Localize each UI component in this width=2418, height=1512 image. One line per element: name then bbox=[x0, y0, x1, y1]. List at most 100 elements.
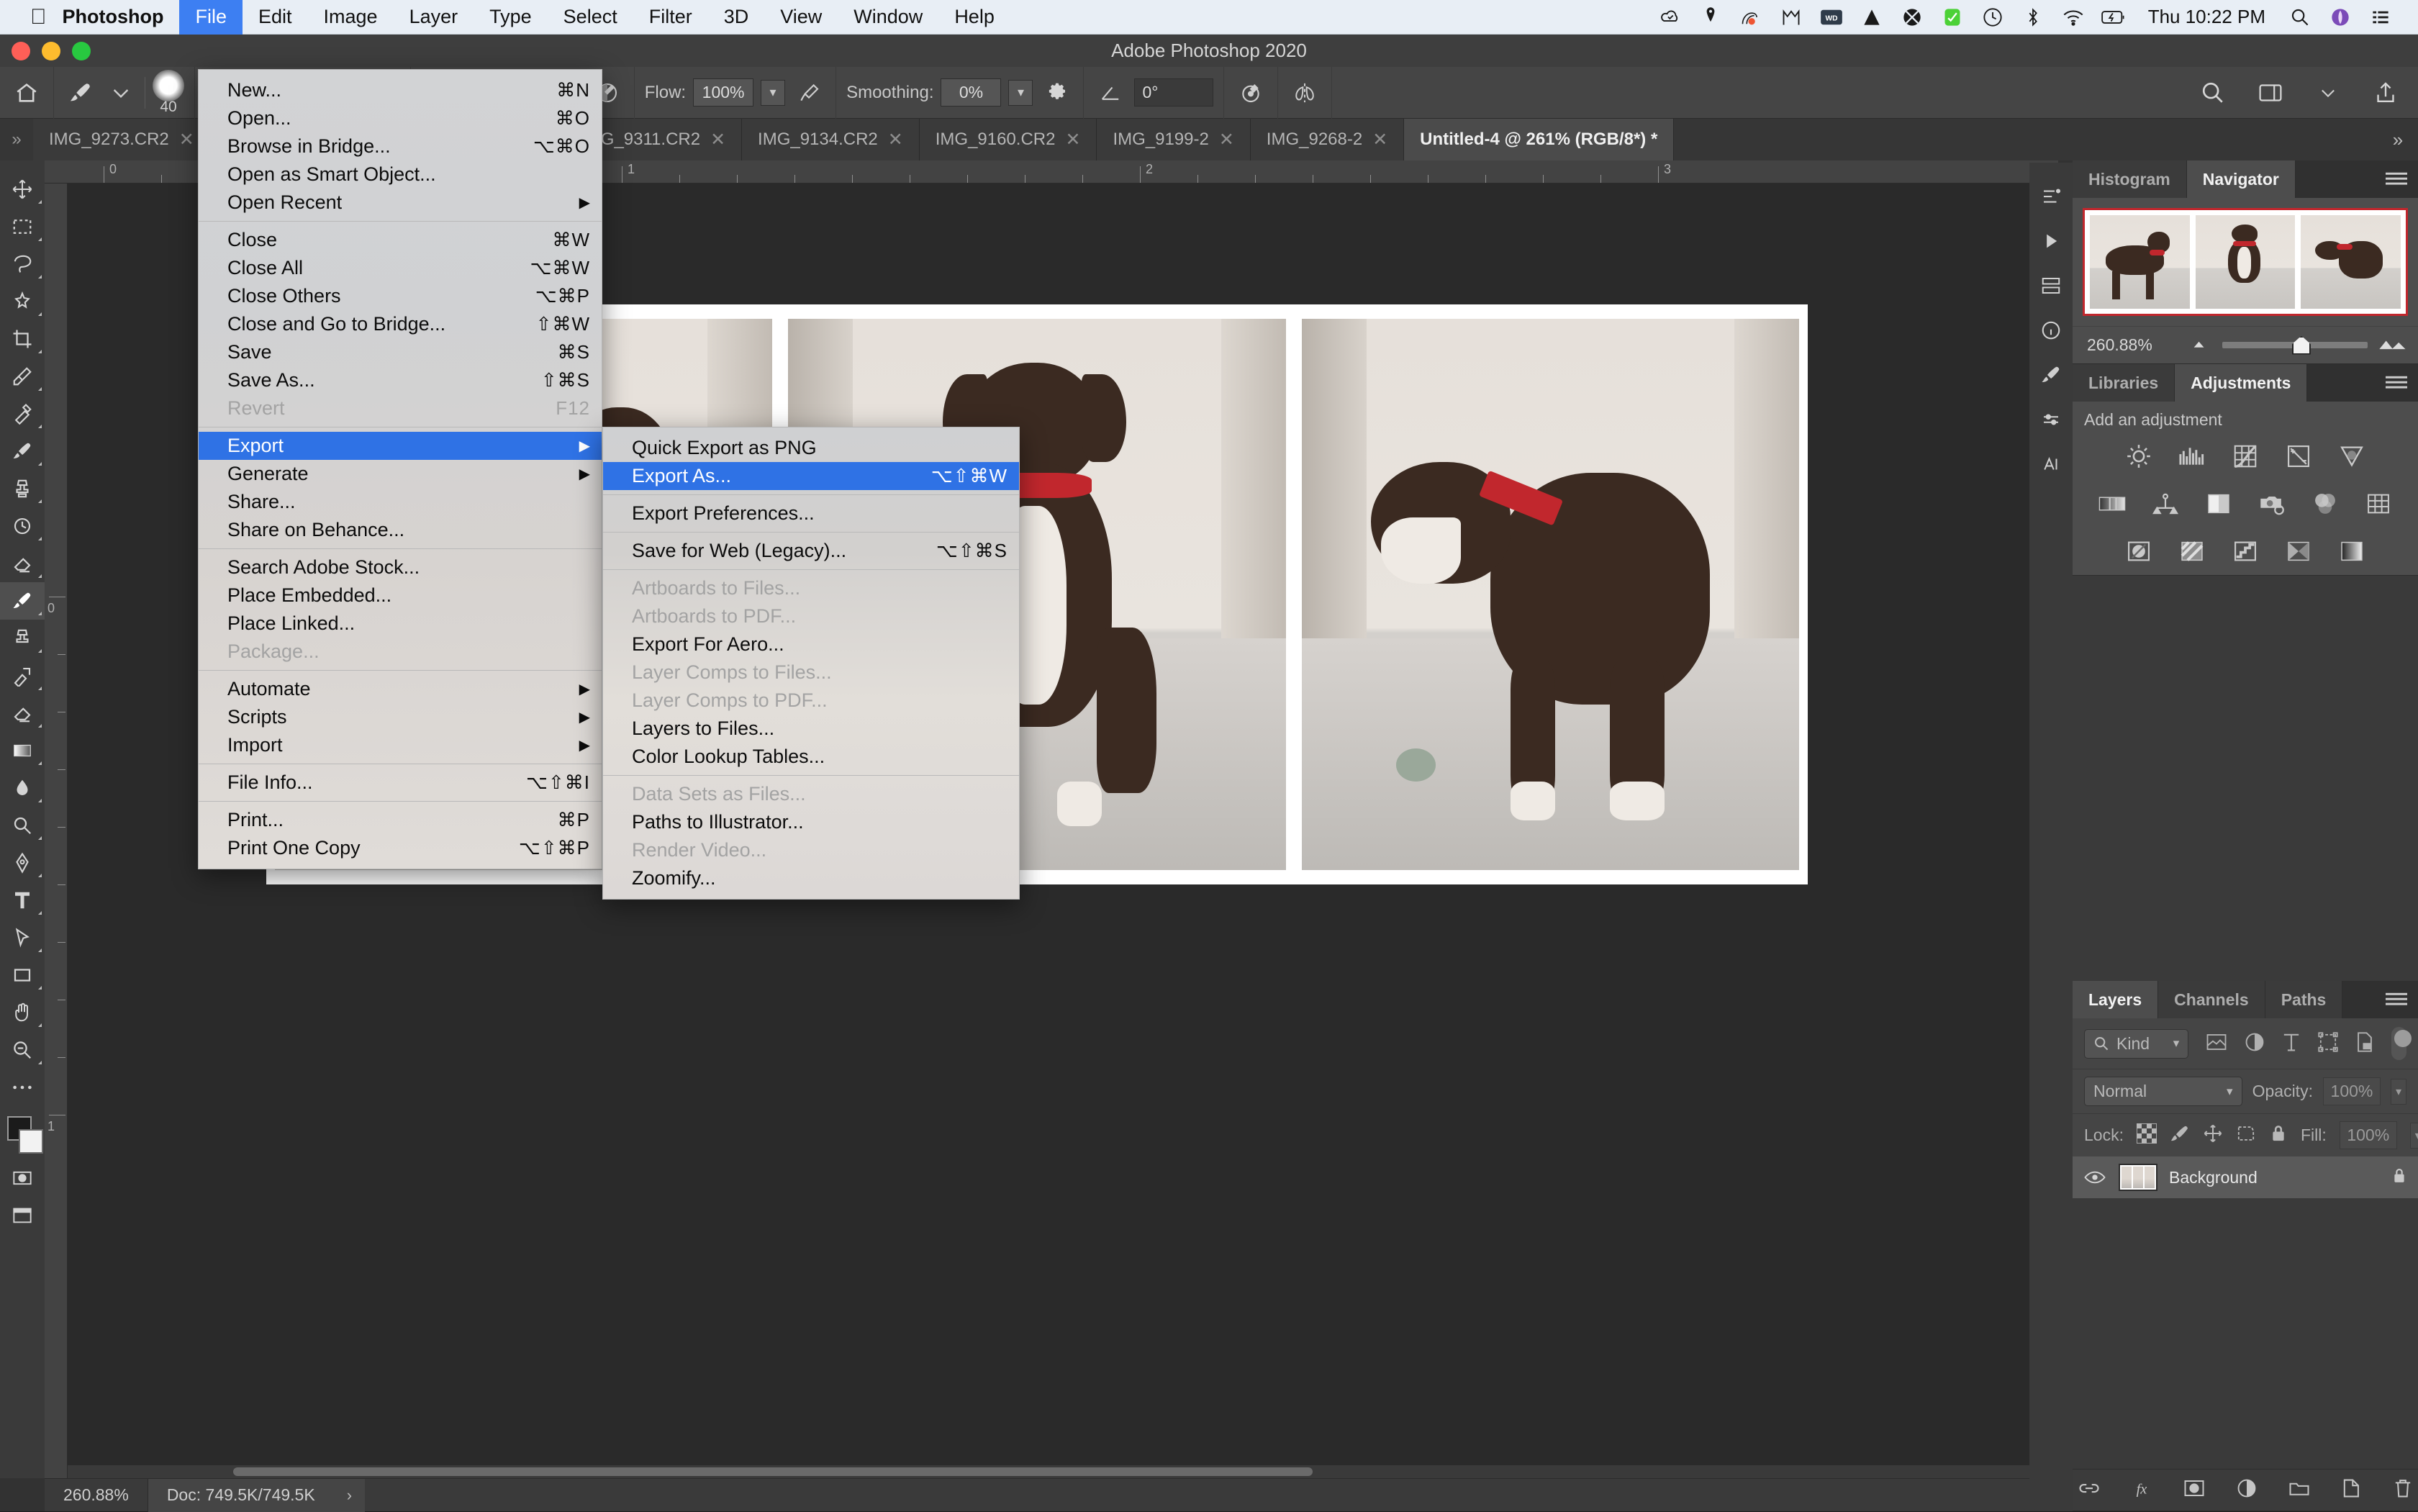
panel-menu-icon[interactable] bbox=[2375, 981, 2418, 1018]
brush-preset-icon[interactable] bbox=[64, 76, 97, 109]
clone-stamp-tool[interactable] bbox=[0, 620, 45, 657]
brush-settings-icon[interactable] bbox=[2029, 353, 2073, 397]
scrollbar-thumb[interactable] bbox=[233, 1467, 1313, 1476]
close-icon[interactable]: ✕ bbox=[710, 129, 725, 150]
menu-item-open-recent[interactable]: Open Recent▶ bbox=[199, 189, 602, 217]
crop-tool[interactable] bbox=[0, 320, 45, 358]
bluetooth-icon[interactable] bbox=[2013, 0, 2053, 35]
chevron-right-icon[interactable]: » bbox=[2378, 119, 2418, 160]
eraser-tool[interactable] bbox=[0, 694, 45, 732]
gradient-tool[interactable] bbox=[0, 732, 45, 769]
lock-artboard-nesting-icon[interactable] bbox=[2236, 1123, 2256, 1147]
menu-item-place-embedded[interactable]: Place Embedded... bbox=[199, 581, 602, 610]
hand-tool[interactable] bbox=[0, 994, 45, 1031]
menu-item-save-for-web-legacy[interactable]: Save for Web (Legacy)...⌥⇧⌘S bbox=[603, 537, 1019, 565]
close-icon[interactable]: ✕ bbox=[1065, 129, 1080, 150]
menu-item-generate[interactable]: Generate▶ bbox=[199, 460, 602, 488]
eraser-tool-upper[interactable] bbox=[0, 545, 45, 582]
brush-preset-dropdown-icon[interactable] bbox=[104, 76, 137, 109]
menubar-item-help[interactable]: Help bbox=[938, 0, 1010, 35]
menubar-item-filter[interactable]: Filter bbox=[633, 0, 708, 35]
brush-tool[interactable] bbox=[0, 582, 45, 620]
brightness-contrast-icon[interactable] bbox=[2122, 440, 2155, 473]
color-lookup-icon[interactable] bbox=[2362, 487, 2395, 520]
close-icon[interactable]: ✕ bbox=[179, 129, 194, 150]
menu-item-paths-to-illustrator[interactable]: Paths to Illustrator... bbox=[603, 808, 1019, 836]
menu-item-save[interactable]: Save⌘S bbox=[199, 338, 602, 366]
document-tab-4[interactable]: IMG_9134.CR2 ✕ bbox=[742, 119, 920, 160]
layer-comps-icon[interactable] bbox=[2029, 263, 2073, 308]
pressure-size-icon[interactable] bbox=[1234, 76, 1267, 109]
menu-item-share-on-behance[interactable]: Share on Behance... bbox=[199, 516, 602, 544]
lock-transparent-pixels-icon[interactable] bbox=[2137, 1123, 2157, 1147]
screen-mode-toggle[interactable] bbox=[0, 1197, 45, 1234]
panel-menu-icon[interactable] bbox=[2375, 160, 2418, 198]
bartender-icon[interactable] bbox=[1892, 0, 1932, 35]
tab-adjustments[interactable]: Adjustments bbox=[2175, 364, 2307, 402]
malwarebytes-icon[interactable] bbox=[1771, 0, 1811, 35]
eye-icon[interactable] bbox=[2083, 1169, 2107, 1185]
canvas-horizontal-scrollbar[interactable] bbox=[68, 1465, 2045, 1478]
chevron-down-icon[interactable]: ▾ bbox=[2227, 1085, 2233, 1099]
close-button[interactable] bbox=[12, 42, 30, 60]
new-adjustment-layer-icon[interactable] bbox=[2237, 1478, 2257, 1502]
close-icon[interactable]: ✕ bbox=[888, 129, 903, 150]
chevron-down-icon[interactable]: ▾ bbox=[2410, 1123, 2418, 1149]
history-brush-tool[interactable] bbox=[0, 657, 45, 694]
menubar-app-name[interactable]: Photoshop bbox=[47, 0, 180, 35]
lock-image-pixels-icon[interactable] bbox=[2170, 1123, 2190, 1147]
search-icon[interactable] bbox=[2196, 76, 2229, 109]
wifi-icon[interactable] bbox=[2053, 0, 2093, 35]
battery-charging-icon[interactable] bbox=[2093, 0, 2134, 35]
menu-item-share[interactable]: Share... bbox=[199, 488, 602, 516]
more-tools[interactable] bbox=[0, 1069, 45, 1106]
layer-thumbnail[interactable] bbox=[2119, 1164, 2157, 1191]
filter-pixel-icon[interactable] bbox=[2206, 1033, 2227, 1055]
add-layer-mask-icon[interactable] bbox=[2183, 1479, 2205, 1501]
levels-icon[interactable] bbox=[2175, 440, 2209, 473]
siri-icon[interactable] bbox=[2320, 0, 2360, 35]
type-tool[interactable] bbox=[0, 882, 45, 919]
menu-item-export-preferences[interactable]: Export Preferences... bbox=[603, 499, 1019, 528]
menu-item-layers-to-files[interactable]: Layers to Files... bbox=[603, 715, 1019, 743]
search-icon[interactable] bbox=[2280, 0, 2320, 35]
brush-tool-upper[interactable] bbox=[0, 433, 45, 470]
menubar-item-image[interactable]: Image bbox=[308, 0, 394, 35]
character-styles-icon[interactable] bbox=[2029, 442, 2073, 486]
filter-adjustment-icon[interactable] bbox=[2245, 1032, 2265, 1056]
navigator-preview[interactable] bbox=[2073, 198, 2418, 326]
selective-color-icon[interactable] bbox=[2282, 535, 2315, 568]
zoom-slider-handle[interactable] bbox=[2292, 336, 2311, 355]
document-tab-6[interactable]: IMG_9199-2 ✕ bbox=[1097, 119, 1250, 160]
blend-mode-select[interactable]: Normal ▾ bbox=[2084, 1077, 2242, 1106]
new-layer-icon[interactable] bbox=[2342, 1478, 2362, 1502]
document-tab-0[interactable]: IMG_9273.CR2 ✕ bbox=[33, 119, 211, 160]
eyedropper-tool[interactable] bbox=[0, 358, 45, 395]
chevron-down-icon[interactable]: ▾ bbox=[2391, 1079, 2406, 1105]
tab-libraries[interactable]: Libraries bbox=[2073, 364, 2175, 402]
color-balance-icon[interactable] bbox=[2149, 487, 2182, 520]
lasso-tool[interactable] bbox=[0, 245, 45, 283]
menu-item-export-for-aero[interactable]: Export For Aero... bbox=[603, 630, 1019, 658]
actions-play-icon[interactable] bbox=[2029, 219, 2073, 263]
path-selection-tool[interactable] bbox=[0, 919, 45, 956]
tab-navigator[interactable]: Navigator bbox=[2187, 160, 2296, 198]
menu-item-zoomify[interactable]: Zoomify... bbox=[603, 864, 1019, 892]
move-tool[interactable] bbox=[0, 171, 45, 208]
menu-item-search-adobe-stock[interactable]: Search Adobe Stock... bbox=[199, 553, 602, 581]
tab-histogram[interactable]: Histogram bbox=[2073, 160, 2187, 198]
gear-icon[interactable] bbox=[1040, 76, 1073, 109]
chevron-left-icon[interactable]: » bbox=[0, 119, 33, 160]
layer-opacity-value[interactable]: 100% bbox=[2323, 1077, 2381, 1105]
exposure-icon[interactable] bbox=[2282, 440, 2315, 473]
apple-icon[interactable]:  bbox=[30, 6, 47, 28]
hue-saturation-icon[interactable] bbox=[2096, 487, 2129, 520]
filter-shape-icon[interactable] bbox=[2318, 1032, 2338, 1056]
channel-mixer-icon[interactable] bbox=[2309, 487, 2342, 520]
document-tab-5[interactable]: IMG_9160.CR2 ✕ bbox=[920, 119, 1097, 160]
menu-item-close-all[interactable]: Close All⌥⌘W bbox=[199, 254, 602, 282]
close-icon[interactable]: ✕ bbox=[1372, 129, 1387, 150]
blur-tool[interactable] bbox=[0, 769, 45, 807]
menubar-item-type[interactable]: Type bbox=[474, 0, 548, 35]
small-mountain-icon[interactable] bbox=[2181, 336, 2222, 354]
